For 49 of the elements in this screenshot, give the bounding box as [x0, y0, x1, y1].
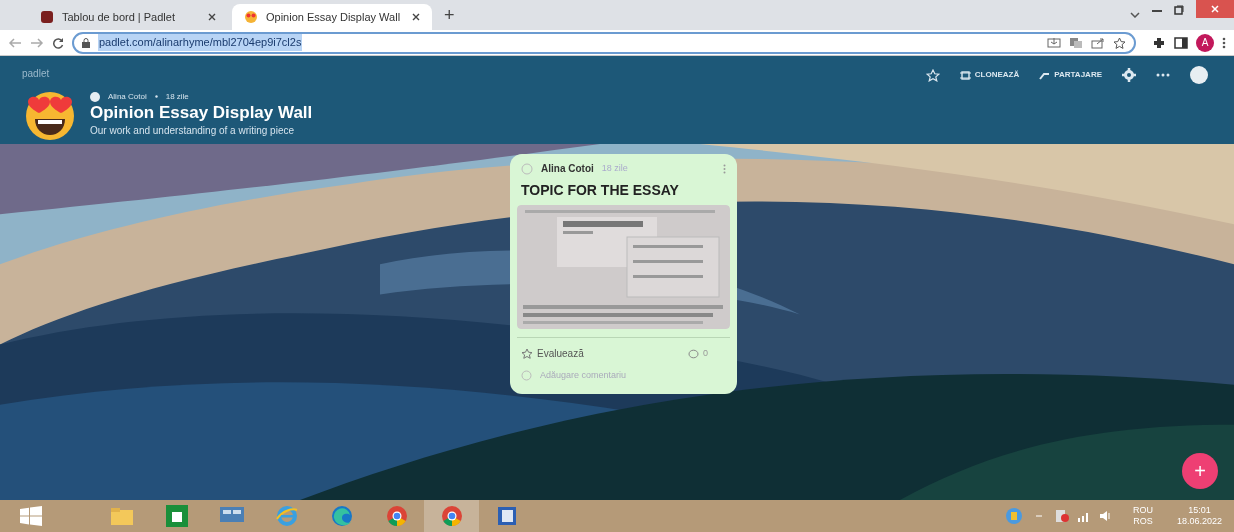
- clone-icon: [959, 69, 971, 81]
- volume-icon[interactable]: [1098, 510, 1113, 522]
- post-age: 18 zile: [165, 90, 189, 103]
- install-icon[interactable]: [1047, 36, 1061, 49]
- close-window-button[interactable]: [1196, 0, 1234, 18]
- share-icon[interactable]: [1091, 36, 1105, 49]
- browser-tab[interactable]: Tablou de bord | Padlet: [28, 4, 228, 30]
- chrome-icon[interactable]: [440, 505, 463, 527]
- user-avatar[interactable]: [1190, 66, 1208, 84]
- lock-icon: [82, 37, 90, 48]
- document-icon[interactable]: [495, 505, 518, 527]
- minimize-icon[interactable]: [1152, 9, 1162, 13]
- clone-button[interactable]: CLONEAZĂ: [959, 69, 1020, 81]
- emoji-favicon-icon: [244, 10, 258, 24]
- wave-browser-icon[interactable]: [330, 505, 353, 527]
- windows-start-icon[interactable]: [20, 506, 42, 526]
- extensions-icon[interactable]: [1152, 35, 1166, 50]
- address-bar[interactable]: padlet.com/alinarhyme/mbl2704ep9i7cl2s: [72, 31, 1136, 54]
- star-icon[interactable]: [925, 68, 940, 82]
- url-text: padlet.com/alinarhyme/mbl2704ep9i7cl2s: [98, 34, 303, 51]
- author-avatar: [90, 91, 100, 102]
- new-tab-button[interactable]: +: [436, 1, 463, 29]
- menu-icon[interactable]: [1222, 36, 1226, 49]
- settings-icon[interactable]: [1122, 68, 1136, 82]
- store-icon[interactable]: [165, 505, 188, 527]
- close-tab-icon[interactable]: [412, 13, 420, 21]
- reload-icon[interactable]: [52, 36, 64, 49]
- side-panel-icon[interactable]: [1174, 36, 1188, 49]
- flag-icon[interactable]: [1054, 509, 1069, 523]
- back-icon[interactable]: [8, 36, 22, 49]
- chevron-down-icon[interactable]: [1130, 12, 1140, 18]
- wall-subtitle: Our work and understanding of a writing piece: [90, 123, 295, 138]
- padlet-favicon-icon: [40, 10, 54, 24]
- separator-dot-icon: [154, 95, 158, 98]
- wall-title: Opinion Essay Display Wall: [90, 102, 313, 123]
- close-tab-icon[interactable]: [208, 13, 216, 21]
- chrome-icon[interactable]: [385, 505, 408, 527]
- forward-icon[interactable]: [30, 36, 44, 49]
- profile-avatar[interactable]: A: [1196, 33, 1214, 52]
- padlet-logo[interactable]: padlet: [22, 65, 50, 81]
- author-name: Alina Cotoi: [108, 90, 147, 103]
- close-icon: [1211, 5, 1219, 13]
- signal-icon[interactable]: [1076, 510, 1091, 522]
- more-icon[interactable]: [1156, 73, 1170, 77]
- restore-icon[interactable]: [1174, 5, 1184, 15]
- translate-icon[interactable]: [1069, 36, 1083, 49]
- share-button[interactable]: PARTAJARE: [1039, 69, 1102, 81]
- browser-tab[interactable]: Opinion Essay Display Wall: [232, 4, 432, 30]
- bookmark-star-icon[interactable]: [1113, 36, 1126, 49]
